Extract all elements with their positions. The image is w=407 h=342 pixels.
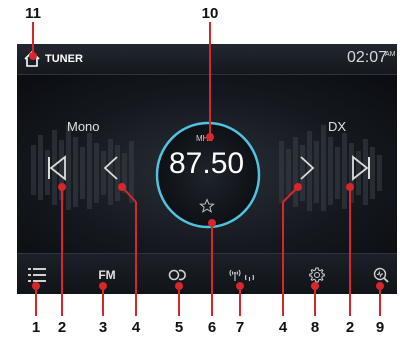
callout-1: 1: [31, 319, 41, 336]
clock-ampm: AM: [385, 51, 396, 58]
callout-9: 9: [375, 319, 385, 336]
callout-3: 3: [98, 319, 108, 336]
tuner-main: Mono DX MHz 87.50: [17, 75, 397, 253]
skip-back-icon[interactable]: [46, 155, 68, 181]
gear-icon[interactable]: [302, 254, 332, 294]
frequency-unit: MHz: [196, 134, 213, 143]
bottom-bar: FM: [17, 253, 397, 294]
band-fm-button[interactable]: FM: [90, 254, 124, 294]
callout-4-right: 4: [278, 319, 288, 336]
stereo-icon[interactable]: [163, 254, 193, 294]
home-icon[interactable]: [23, 50, 41, 68]
chevron-left-icon[interactable]: [103, 155, 119, 181]
app-title: TUNER: [45, 53, 83, 65]
antenna-signal-icon[interactable]: [225, 254, 259, 294]
tuner-screen: TUNER 02:07 AM Mono DX MHz 87.50 FM: [17, 44, 397, 294]
top-bar: TUNER 02:07 AM: [17, 44, 397, 75]
dx-indicator[interactable]: DX: [328, 119, 346, 134]
callout-4-left: 4: [131, 319, 141, 336]
callout-8: 8: [310, 319, 320, 336]
band-label: FM: [98, 267, 116, 282]
chevron-right-icon[interactable]: [299, 155, 315, 181]
frequency-value: 87.50: [169, 147, 245, 180]
callout-6: 6: [207, 319, 217, 336]
callout-11: 11: [25, 5, 41, 22]
search-scan-icon[interactable]: [367, 254, 395, 294]
callout-2-right: 2: [345, 319, 355, 336]
callout-7: 7: [235, 319, 245, 336]
callout-2-left: 2: [57, 319, 67, 336]
mono-indicator[interactable]: Mono: [67, 119, 100, 134]
star-outline-icon[interactable]: [199, 198, 215, 214]
callout-10: 10: [201, 5, 219, 22]
frequency-dial[interactable]: MHz 87.50: [154, 120, 262, 230]
clock: 02:07: [347, 49, 388, 66]
callout-5: 5: [174, 319, 184, 336]
list-icon[interactable]: [22, 254, 52, 294]
skip-forward-icon[interactable]: [350, 155, 372, 181]
